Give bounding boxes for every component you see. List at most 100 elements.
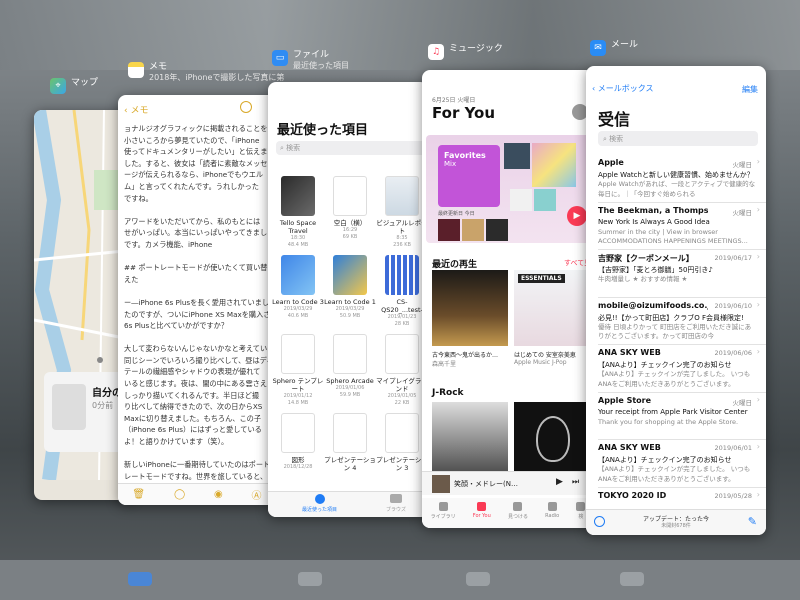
mail-preview: Summer in the city | View in browser ACC… <box>598 227 748 246</box>
emblem-graphic <box>536 416 570 462</box>
now-playing-bar[interactable]: 笑顔・メドレー(N… ▶ ⏭ <box>422 471 594 495</box>
file-item[interactable]: CS-QS20_...test- 2019/01/23 28 KB <box>376 255 428 328</box>
mail-app-card[interactable]: ‹ メールボックス 編集 受信 ⌕ 検索 Apple 火曜日 › Apple Watc… <box>586 66 766 535</box>
camera-icon[interactable]: ◉ <box>214 489 223 500</box>
mail-row[interactable]: mobile@oizumifoods.co.jp 2019/06/10 › 必見!!【… <box>598 298 766 345</box>
file-thumbnail <box>281 413 315 453</box>
file-item[interactable]: プレゼンテーション 3 <box>376 413 428 472</box>
jrock-cover-1[interactable] <box>432 402 508 478</box>
checklist-icon[interactable]: ◯ <box>174 489 185 500</box>
note-line <box>124 251 274 263</box>
file-item[interactable]: Learn to Code 3 2019/03/29 40.6 MB <box>272 255 324 320</box>
mail-subject: 【ANAより】チェックイン完了のお知らせ <box>598 456 732 464</box>
files-app-card[interactable]: 最近使った項目 ⌕ 検索 Tello Space Travel 18:30 48.4… <box>268 82 428 517</box>
tab-icon <box>438 502 448 511</box>
mail-preview: Apple Watchがあれば、一段とアクティブで健康的な毎日に。｜「今回すぐ始… <box>598 180 756 198</box>
next-track-icon[interactable]: ⏭ <box>572 477 579 487</box>
file-name: ビジュアルレポート <box>376 219 428 235</box>
note-line: した。すると、彼女は「読者に素敵なメッセ <box>124 158 268 168</box>
note-line: 大して変わらないんじゃないかなと考えてい <box>124 344 268 354</box>
play-button[interactable]: ▶ <box>567 206 587 226</box>
files-search-input[interactable]: ⌕ 検索 <box>276 141 426 155</box>
maps-app-icon: ⌖ <box>50 78 66 94</box>
music-app-card[interactable]: 6月25日 火曜日 For You Favorites Mix 最終更新日 今日… <box>422 70 594 528</box>
mail-subject: 【ANAより】チェックイン完了のお知らせ <box>598 361 732 369</box>
music-tab[interactable]: 検 <box>576 502 586 528</box>
mail-row[interactable]: ANA SKY WEB 2019/06/06 › 【ANAより】チェックイン完了のお知… <box>598 345 766 393</box>
file-item[interactable]: Sphero テンプレート 2019/01/12 14.8 MB <box>272 334 324 407</box>
tab-recent-label: 最近使った項目 <box>302 507 338 513</box>
mailbox-back-button[interactable]: ‹ メールボックス <box>592 83 654 94</box>
dock-icon <box>466 572 490 586</box>
album-cover-1[interactable] <box>432 270 508 346</box>
notes-app-header[interactable]: メモ 2018年、iPhoneで撮影した写真に第 <box>128 62 284 83</box>
music-tab[interactable]: For You <box>473 502 491 528</box>
file-name: マイプレイグラウンド <box>376 377 428 393</box>
maps-app-header[interactable]: ⌖ マップ <box>50 78 98 94</box>
mail-app-icon: ✉ <box>590 40 606 56</box>
mail-row[interactable]: Apple 火曜日 › Apple Watchと新しい健康習慣、始めませんか？ Appl… <box>598 155 766 203</box>
note-line <box>124 332 274 344</box>
music-tab[interactable]: 見つける <box>508 502 528 528</box>
file-date: 2019/03/29 <box>335 306 365 312</box>
file-name: 図形 <box>291 456 305 464</box>
notes-back-button[interactable]: ‹ メモ <box>124 103 148 116</box>
note-line: テールの繊細感やシャドウの表現が優れて <box>124 367 261 377</box>
tab-browse[interactable]: ブラウズ <box>386 494 406 513</box>
file-item[interactable]: Sphero Arcade 2019/01/06 59.9 MB <box>324 334 376 399</box>
file-item[interactable]: ビジュアルレポート 8:35 236 KB <box>376 176 428 249</box>
music-title: For You <box>432 104 496 122</box>
share-icon[interactable] <box>240 101 252 113</box>
file-name: Sphero テンプレート <box>272 377 324 393</box>
dock-area <box>0 560 800 600</box>
jrock-title: J-Rock <box>432 388 464 398</box>
now-playing-art <box>432 475 450 493</box>
file-name: 空白（横） <box>333 219 367 227</box>
album-cover-2[interactable]: ESSENTIALS <box>514 270 590 346</box>
note-line: えた <box>124 274 139 284</box>
note-line: しっかり描いてくれるんです。半日ほど撮 <box>124 390 260 400</box>
file-item[interactable]: プレゼンテーション 4 <box>324 413 376 472</box>
file-thumbnail <box>385 255 419 295</box>
music-tab[interactable]: ライブラリ <box>431 502 456 528</box>
files-search-placeholder: 検索 <box>286 144 301 152</box>
notes-app-icon <box>128 62 144 78</box>
mail-app-header[interactable]: ✉ メール <box>590 40 638 56</box>
file-item[interactable]: 図形 2018/12/28 <box>272 413 324 471</box>
dock-icon <box>128 572 152 586</box>
favorites-label: Favorites <box>444 151 486 160</box>
file-item[interactable]: Learn to Code 1 2019/03/29 50.9 MB <box>324 255 376 320</box>
mail-row[interactable]: 吉野家【クーポンメール】 2019/06/17 › 【吉野家】「麦とろ御膳」50円引き… <box>598 250 766 298</box>
favorites-mix-card[interactable]: Favorites Mix 最終更新日 今日 ▶ <box>426 135 594 243</box>
note-line: 新しいiPhoneに一番期待していたのはポート <box>124 460 271 470</box>
files-app-header[interactable]: ▭ ファイル 最近使った項目 <box>272 50 349 71</box>
mail-sender: ANA SKY WEB <box>598 443 661 452</box>
album-thumb <box>510 189 532 211</box>
music-app-header[interactable]: ♫ ミュージック <box>428 44 503 60</box>
note-body[interactable]: ョナルジオグラフィックに掲載されることを 小さいころから夢見ていたので、「iPho… <box>124 123 274 494</box>
mail-row[interactable]: ANA SKY WEB 2019/06/01 › 【ANAより】チェックイン完了のお知… <box>598 440 766 488</box>
album2-title: はじめての 安室奈美恵 <box>514 352 576 359</box>
album-thumb <box>532 143 576 187</box>
play-pause-icon[interactable]: ▶ <box>556 477 563 487</box>
chevron-right-icon: › <box>756 299 760 309</box>
file-item[interactable]: Tello Space Travel 18:30 48.4 MB <box>272 176 324 249</box>
markup-icon[interactable]: Ⓐ <box>252 487 262 502</box>
mail-search-input[interactable]: ⌕ 検索 <box>598 131 758 146</box>
tab-recent[interactable]: 最近使った項目 <box>302 494 337 513</box>
file-name: Tello Space Travel <box>279 219 317 235</box>
notes-app-card[interactable]: ‹ メモ ョナルジオグラフィックに掲載されることを 小さいころから夢見ていたので、… <box>118 95 276 505</box>
dock-icon <box>620 572 644 586</box>
compose-icon[interactable]: ✎ <box>748 515 757 528</box>
file-item[interactable]: マイプレイグラウンド 2019/01/05 22 KB <box>376 334 428 407</box>
file-item[interactable]: 空白（横） 16:29 69 KB <box>324 176 376 241</box>
edit-button[interactable]: 編集 <box>742 84 758 95</box>
mail-row[interactable]: Apple Store 火曜日 › Your receipt from Apple P… <box>598 393 766 440</box>
mail-subject: Your receipt from Apple Park Visitor Cen… <box>598 407 748 416</box>
trash-icon[interactable]: 🗑 <box>132 489 145 500</box>
chevron-right-icon: › <box>756 347 760 356</box>
music-tab[interactable]: Radio <box>545 502 559 528</box>
mail-row[interactable]: The Beekman, a Thompson Hotel 火曜日› New Yor… <box>598 203 766 250</box>
note-line: せがいっぱい。本当にいっぱいやってきまし <box>124 228 268 238</box>
jrock-cover-2[interactable] <box>514 402 590 478</box>
